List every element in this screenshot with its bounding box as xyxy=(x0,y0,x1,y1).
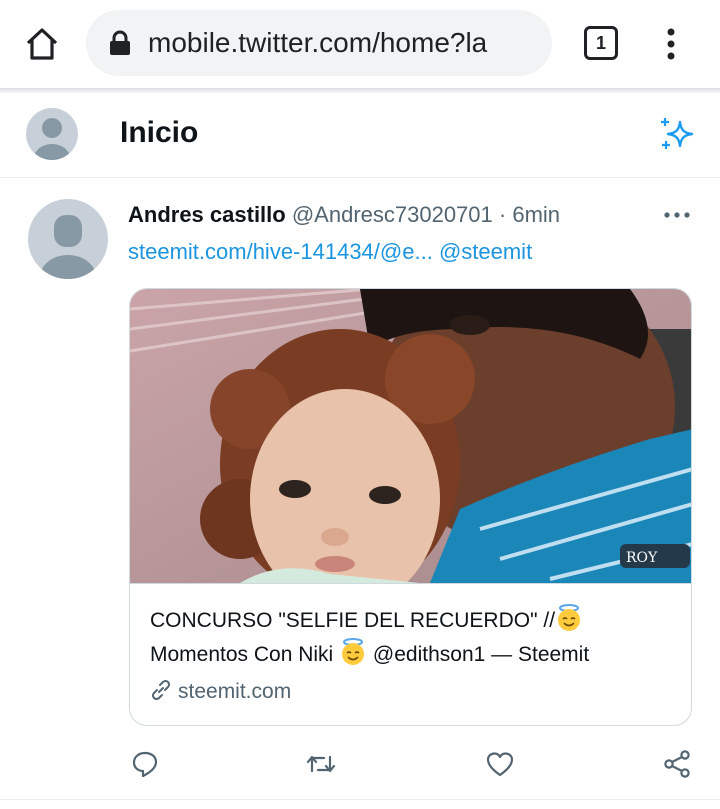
browser-toolbar: mobile.twitter.com/home?la 1 xyxy=(0,0,720,88)
lock-icon xyxy=(108,30,132,56)
author-handle[interactable]: @Andresc73020701 xyxy=(292,202,493,227)
page-title: Inicio xyxy=(120,116,199,149)
card-title-part2: Momentos Con Niki xyxy=(150,643,334,666)
more-options-icon[interactable] xyxy=(662,205,692,225)
tweet-header: Andres castillo @Andresc73020701 · 6min xyxy=(128,201,560,229)
tab-switcher-button[interactable]: 1 xyxy=(584,26,618,60)
link-card[interactable]: ROY CONCURSO "SELFIE DEL RECUERDO" // Mo… xyxy=(129,288,692,726)
like-icon[interactable] xyxy=(485,749,515,779)
tweet-text: steemit.com/hive-141434/@e... @steemit xyxy=(128,237,532,267)
author-name[interactable]: Andres castillo xyxy=(128,202,286,227)
profile-avatar[interactable] xyxy=(26,108,78,160)
link-icon xyxy=(150,679,172,701)
address-bar[interactable]: mobile.twitter.com/home?la xyxy=(86,10,552,76)
card-body[interactable]: CONCURSO "SELFIE DEL RECUERDO" // Moment… xyxy=(130,583,691,725)
vertical-dots-icon[interactable] xyxy=(660,24,682,64)
retweet-icon[interactable] xyxy=(305,749,336,779)
home-icon[interactable] xyxy=(22,24,62,64)
card-domain[interactable]: steemit.com xyxy=(150,678,291,706)
card-title[interactable]: CONCURSO "SELFIE DEL RECUERDO" // Moment… xyxy=(150,604,680,672)
tweet[interactable]: Andres castillo @Andresc73020701 · 6min … xyxy=(0,179,720,809)
app-header: Inicio xyxy=(0,94,720,178)
url-text[interactable]: mobile.twitter.com/home?la xyxy=(148,26,542,60)
tweet-time[interactable]: 6min xyxy=(512,202,560,227)
tweet-mention[interactable]: @steemit xyxy=(439,239,532,264)
tweet-actions xyxy=(0,745,720,785)
card-domain-text: steemit.com xyxy=(178,680,292,703)
card-image[interactable]: ROY xyxy=(130,289,691,583)
tweet-link[interactable]: steemit.com/hive-141434/@e... xyxy=(128,239,433,264)
card-title-part3: @edithson1 — Steemit xyxy=(372,643,590,666)
separator-dot: · xyxy=(498,202,507,227)
angel-emoji-icon xyxy=(339,638,367,666)
tweet-divider xyxy=(0,799,720,800)
reply-icon[interactable] xyxy=(130,749,160,779)
author-avatar[interactable] xyxy=(28,199,108,279)
sparkle-icon[interactable] xyxy=(656,114,698,156)
svg-text:ROY: ROY xyxy=(626,550,658,566)
card-title-part1: CONCURSO "SELFIE DEL RECUERDO" // xyxy=(150,609,556,632)
share-icon[interactable] xyxy=(662,749,692,779)
angel-emoji-icon xyxy=(555,604,583,632)
